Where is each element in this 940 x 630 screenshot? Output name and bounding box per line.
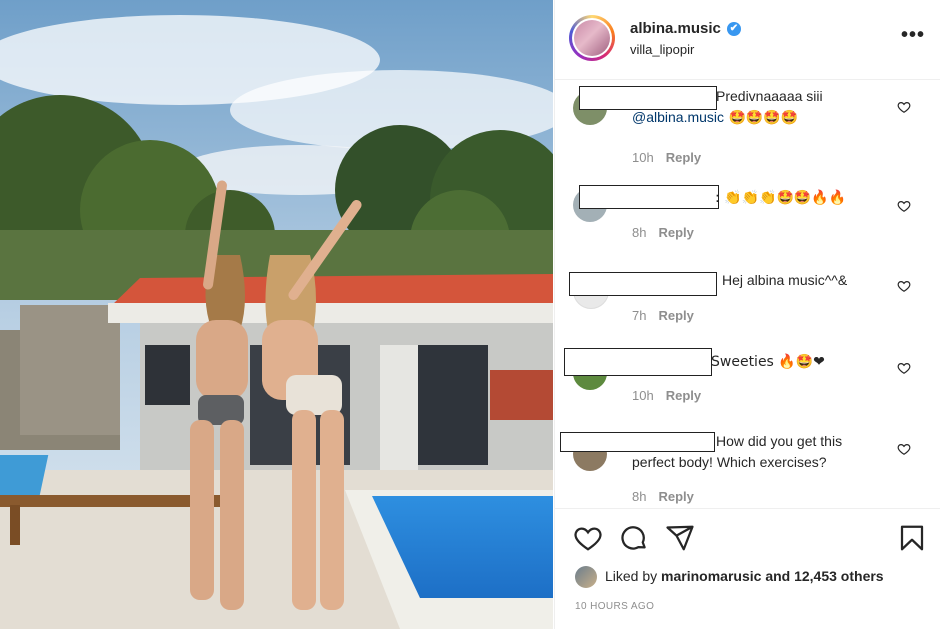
- comment-meta: 10h Reply: [632, 388, 701, 403]
- post-photo[interactable]: [0, 0, 553, 629]
- comment-body: How did you get this perfect body! Which…: [632, 433, 843, 470]
- comment-text: Sweeties 🔥🤩❤: [711, 351, 911, 373]
- comment-age: 8h: [632, 225, 647, 240]
- post-side-panel: albina.music ✔ villa_lipopir ••• Predivn…: [554, 0, 940, 629]
- comment-age: 7h: [632, 308, 647, 323]
- post-actions: Liked by marinomarusic and 12,453 others…: [555, 508, 940, 630]
- redacted-username: [564, 348, 712, 376]
- comment-text: Predivnaaaaa siii @albina.music 🤩🤩🤩🤩: [632, 86, 882, 129]
- comment-body: : 👏👏👏🤩🤩🔥🔥: [715, 190, 847, 206]
- author-username[interactable]: albina.music: [630, 20, 721, 37]
- comment-meta: 7h Reply: [632, 308, 694, 323]
- more-options-icon[interactable]: •••: [901, 24, 925, 47]
- comment-emojis: 🤩🤩🤩🤩: [724, 110, 799, 126]
- comment-like-heart-icon[interactable]: [897, 199, 911, 213]
- photo-scene: [0, 0, 553, 629]
- comment-age: 10h: [632, 388, 654, 403]
- liker-username[interactable]: marinomarusic: [661, 568, 761, 584]
- bookmark-icon[interactable]: [897, 523, 927, 553]
- comment-body: Sweeties 🔥🤩❤: [711, 354, 825, 370]
- comment-body: Predivnaaaaa siii: [716, 88, 823, 104]
- comment-age: 8h: [632, 489, 647, 504]
- heart-icon[interactable]: [573, 523, 603, 553]
- redacted-username: [569, 272, 717, 296]
- likes-count[interactable]: and 12,453 others: [765, 568, 883, 584]
- comment-text: How did you get this perfect body! Which…: [632, 431, 882, 473]
- comment-body: Hej albina music^^&: [722, 272, 848, 288]
- comment-mention-link[interactable]: @albina.music: [632, 109, 724, 125]
- liker-avatar[interactable]: [575, 566, 597, 588]
- comment-icon[interactable]: [619, 523, 649, 553]
- likes-prefix: Liked by: [605, 568, 658, 584]
- reply-button[interactable]: Reply: [666, 388, 701, 403]
- comment-meta: 8h Reply: [632, 489, 694, 504]
- comment-meta: 10h Reply: [632, 150, 701, 165]
- reply-button[interactable]: Reply: [658, 308, 693, 323]
- comment-like-heart-icon[interactable]: [897, 442, 911, 456]
- reply-button[interactable]: Reply: [658, 225, 693, 240]
- comment-text: Hej albina music^^&: [722, 270, 922, 291]
- comment-like-heart-icon[interactable]: [897, 279, 911, 293]
- verified-badge-icon: ✔: [727, 22, 741, 36]
- post-timestamp[interactable]: 10 HOURS AGO: [575, 601, 654, 612]
- post-location[interactable]: villa_lipopir: [630, 42, 694, 57]
- comments-list[interactable]: Predivnaaaaa siii @albina.music 🤩🤩🤩🤩 10h…: [555, 80, 940, 508]
- likes-summary: Liked by marinomarusic and 12,453 others: [605, 568, 884, 584]
- avatar-image: [574, 20, 610, 56]
- comment-age: 10h: [632, 150, 654, 165]
- comment-like-heart-icon[interactable]: [897, 361, 911, 375]
- instagram-post: albina.music ✔ villa_lipopir ••• Predivn…: [0, 0, 940, 629]
- comment-meta: 8h Reply: [632, 225, 694, 240]
- redacted-username: [579, 185, 719, 209]
- reply-button[interactable]: Reply: [658, 489, 693, 504]
- comment-like-heart-icon[interactable]: [897, 100, 911, 114]
- post-header: albina.music ✔ villa_lipopir •••: [555, 0, 940, 80]
- author-avatar[interactable]: [569, 15, 615, 61]
- reply-button[interactable]: Reply: [666, 150, 701, 165]
- share-icon[interactable]: [665, 523, 695, 553]
